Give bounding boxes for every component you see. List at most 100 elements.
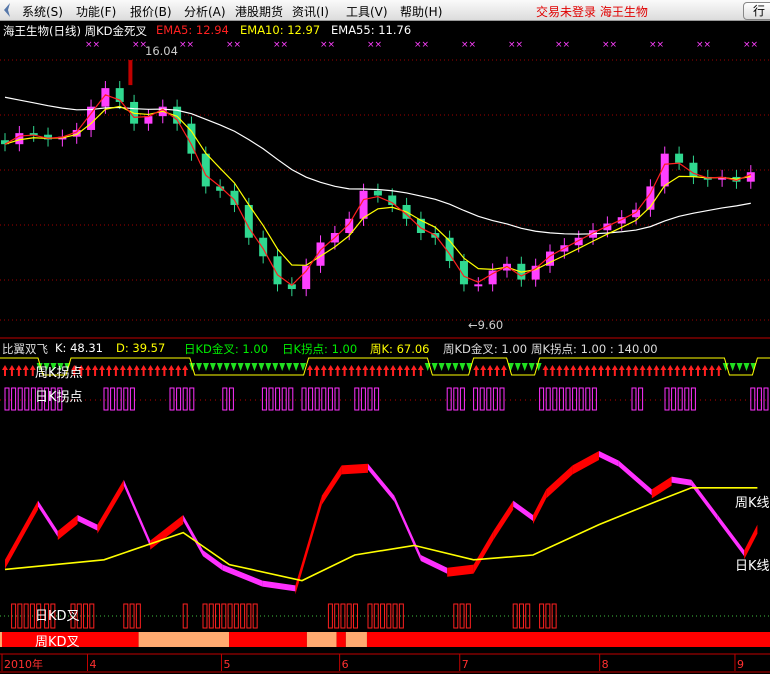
daily-turn-box [182, 387, 188, 411]
daily-turn-box [129, 387, 135, 411]
menu-quote[interactable]: 报价(B) [130, 3, 172, 20]
daily-turn-box [479, 387, 485, 411]
daily-turn-box [671, 387, 677, 411]
daily-turn-box [631, 387, 637, 411]
up-arrow-icon [542, 365, 549, 376]
daily-turn-box [228, 387, 234, 411]
down-arrow-icon [265, 363, 272, 371]
weekly-kd-segment [229, 632, 307, 647]
menu-function[interactable]: 功能(F) [76, 3, 116, 20]
daily-turn-box [176, 387, 182, 411]
up-arrow-icon [22, 365, 29, 376]
up-arrow-icon [306, 365, 313, 376]
daily-k-band [744, 524, 758, 560]
up-arrow-icon [646, 365, 653, 376]
daily-turn-box [677, 387, 683, 411]
daily-k-band [533, 489, 547, 524]
quote-row-button[interactable]: 行 [743, 2, 770, 20]
daily-kd-box [221, 603, 227, 629]
daily-turn-box [314, 387, 320, 411]
up-arrow-icon [390, 365, 397, 376]
daily-turn-box [281, 387, 287, 411]
daily-turn-box [222, 387, 228, 411]
up-arrow-icon [119, 365, 126, 376]
down-arrow-icon [514, 363, 521, 371]
weekly-turn-label: 周K拐点 [35, 366, 83, 381]
up-arrow-icon [99, 365, 106, 376]
signal-marker: ×× [461, 40, 476, 50]
weekly-kd-segment [345, 632, 367, 647]
weekly-k-line-label: 周K线 [735, 496, 770, 511]
down-arrow-icon [452, 363, 459, 371]
daily-k-band [513, 500, 533, 521]
candle-body [15, 133, 24, 145]
menu-news[interactable]: 资讯(I) [292, 3, 329, 20]
up-arrow-icon [480, 365, 487, 376]
daily-turn-box [492, 387, 498, 411]
candle-body [388, 195, 397, 205]
daily-k-band [447, 564, 474, 577]
menu-analysis[interactable]: 分析(A) [184, 3, 226, 20]
time-axis-label: 5 [223, 658, 230, 671]
daily-kd-cross-value: 日KD金叉: 1.00 [184, 342, 269, 356]
daily-turn-box [169, 387, 175, 411]
weekly-kd-segment [0, 632, 2, 647]
up-arrow-icon [383, 365, 390, 376]
down-arrow-icon [258, 363, 265, 371]
up-arrow-icon [549, 365, 556, 376]
menu-tools[interactable]: 工具(V) [346, 3, 388, 20]
ema5-label: EMA5: 12.94 [156, 23, 229, 37]
up-arrow-icon [15, 365, 22, 376]
up-arrow-icon [140, 365, 147, 376]
daily-kd-box [17, 603, 23, 629]
weekly-k-value: 周K: 67.06 [370, 342, 430, 356]
candle-body [101, 88, 110, 107]
daily-k-band [368, 463, 395, 502]
up-arrow-icon [487, 365, 494, 376]
menu-system[interactable]: 系统(S) [22, 3, 63, 20]
daily-kd-box [380, 603, 386, 629]
up-arrow-icon [126, 365, 133, 376]
up-arrow-icon [369, 365, 376, 376]
up-arrow-icon [334, 365, 341, 376]
daily-turn-box [578, 387, 584, 411]
ema55-label: EMA55: 11.76 [331, 23, 412, 37]
up-arrow-icon [473, 365, 480, 376]
up-arrow-icon [182, 365, 189, 376]
up-arrow-icon [376, 365, 383, 376]
down-arrow-icon [286, 363, 293, 371]
daily-turn-box [756, 387, 762, 411]
daily-k-line-label: 日K线 [735, 559, 770, 574]
down-arrow-icon [431, 363, 438, 371]
login-status: 交易未登录 海王生物 [536, 5, 648, 19]
signal-marker: ×× [555, 40, 570, 50]
down-arrow-icon [736, 363, 743, 371]
daily-k-band [618, 460, 652, 496]
menu-hk-futures[interactable]: 港股期货 [235, 3, 283, 20]
daily-turn-box [110, 387, 116, 411]
daily-turn-box [4, 387, 10, 411]
up-arrow-icon [500, 365, 507, 376]
daily-k-band [691, 479, 718, 521]
daily-k-band [599, 451, 619, 467]
daily-turn-box [275, 387, 281, 411]
up-arrow-icon [112, 365, 119, 376]
up-arrow-icon [417, 365, 424, 376]
up-arrow-icon [348, 365, 355, 376]
daily-k-turn-value: 日K拐点: 1.00 [282, 342, 358, 356]
daily-turn-box [189, 387, 195, 411]
daily-kd-box [525, 603, 531, 629]
time-axis-label: 4 [90, 658, 97, 671]
daily-turn-box [288, 387, 294, 411]
up-arrow-icon [591, 365, 598, 376]
up-arrow-icon [403, 365, 410, 376]
daily-k-band [420, 555, 448, 574]
menu-help[interactable]: 帮助(H) [400, 3, 442, 20]
weekly-kd-segment [336, 632, 346, 647]
weekly-k-line [4, 486, 758, 582]
signal-marker: ×× [320, 40, 335, 50]
up-arrow-icon [570, 365, 577, 376]
low-price-label: ←9.60 [468, 318, 504, 332]
daily-turn-box [116, 387, 122, 411]
signal-marker: ×× [226, 40, 241, 50]
